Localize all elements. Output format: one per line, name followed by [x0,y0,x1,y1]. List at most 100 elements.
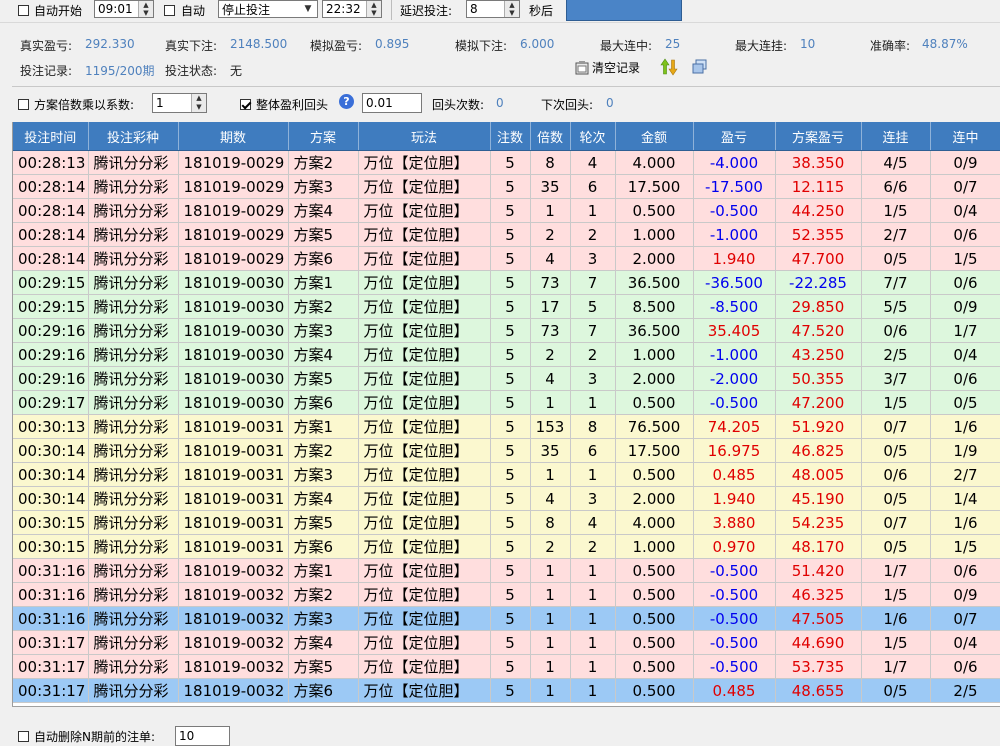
column-header[interactable]: 期数 [178,122,289,151]
table-row[interactable]: 00:30:14 腾讯分分彩 181019-0031 方案2 万位【定位胆】 5 35 6 17… [13,438,1000,463]
column-header[interactable]: 盈亏 [693,122,776,151]
column-header[interactable]: 投注时间 [13,122,89,151]
auto-start-time-input[interactable]: 09:01 ▲ ▼ [94,0,154,18]
table-row[interactable]: 00:31:17 腾讯分分彩 181019-0032 方案6 万位【定位胆】 5 1 1 0.5… [13,678,1000,703]
table-row[interactable]: 00:30:13 腾讯分分彩 181019-0031 方案1 万位【定位胆】 5 153 8 7… [13,414,1000,439]
table-row[interactable]: 00:30:14 腾讯分分彩 181019-0031 方案3 万位【定位胆】 5 1 1 0.5… [13,462,1000,487]
cell-count: 5 [490,150,531,175]
auto-start-checkbox[interactable] [18,4,29,16]
cell-play: 万位【定位胆】 [358,582,491,607]
column-header[interactable]: 方案 [288,122,359,151]
cell-time: 00:29:17 [13,390,89,415]
cell-plan: 方案3 [288,606,359,631]
multiplier-input[interactable]: 1 ▲ ▼ [152,93,207,113]
cell-round: 3 [570,366,616,391]
cell-plan-profit: 47.200 [775,390,862,415]
multiplier-checkbox[interactable] [18,99,29,110]
cell-period: 181019-0029 [178,150,289,175]
cell-plan: 方案6 [288,390,359,415]
cell-amount: 0.500 [615,606,694,631]
cell-miss: 0/7 [861,414,931,439]
table-row[interactable]: 00:29:16 腾讯分分彩 181019-0030 方案5 万位【定位胆】 5 4 3 2.0… [13,366,1000,391]
table-row[interactable]: 00:29:16 腾讯分分彩 181019-0030 方案3 万位【定位胆】 5 73 7 36… [13,318,1000,343]
table-row[interactable]: 00:31:16 腾讯分分彩 181019-0032 方案3 万位【定位胆】 5 1 1 0.5… [13,606,1000,631]
cell-miss: 0/5 [861,678,931,703]
cell-amount: 4.000 [615,510,694,535]
table-row[interactable]: 00:28:14 腾讯分分彩 181019-0029 方案4 万位【定位胆】 5 1 1 0.5… [13,198,1000,223]
cell-plan-profit: 50.355 [775,366,862,391]
stop-time-input[interactable]: 22:32 ▲ ▼ [322,0,382,18]
stop-time-spinner[interactable]: ▲ ▼ [366,1,381,17]
cell-plan: 方案6 [288,246,359,271]
cell-plan: 方案4 [288,486,359,511]
table-row[interactable]: 00:30:15 腾讯分分彩 181019-0031 方案5 万位【定位胆】 5 8 4 4.0… [13,510,1000,535]
column-header[interactable]: 轮次 [570,122,616,151]
cell-count: 5 [490,486,531,511]
table-row[interactable]: 00:31:16 腾讯分分彩 181019-0032 方案1 万位【定位胆】 5 1 1 0.5… [13,558,1000,583]
multiplier-checkbox-group[interactable]: 方案倍数乘以系数: [18,96,134,113]
rollback-checkbox-group[interactable]: 整体盈利回头 [240,96,328,113]
cell-lottery: 腾讯分分彩 [88,198,179,223]
cell-miss: 1/6 [861,606,931,631]
cell-round: 3 [570,246,616,271]
auto-delete-input[interactable]: 10 [175,726,230,746]
delay-input[interactable]: 8 ▲ ▼ [466,0,520,18]
cell-plan-profit: 46.325 [775,582,862,607]
column-header[interactable]: 金额 [615,122,694,151]
table-row[interactable]: 00:28:14 腾讯分分彩 181019-0029 方案3 万位【定位胆】 5 35 6 17… [13,174,1000,199]
cell-plan: 方案1 [288,270,359,295]
bet-records-grid[interactable]: 投注时间 投注彩种 期数 方案 玩法 注数 倍数 轮次 金额 盈亏 方案盈亏 连挂 连中 00:28:1… [12,122,1000,706]
table-row[interactable]: 00:28:13 腾讯分分彩 181019-0029 方案2 万位【定位胆】 5 8 4 4.0… [13,150,1000,175]
table-row[interactable]: 00:29:15 腾讯分分彩 181019-0030 方案2 万位【定位胆】 5 17 5 8.… [13,294,1000,319]
table-row[interactable]: 00:29:15 腾讯分分彩 181019-0030 方案1 万位【定位胆】 5 73 7 36… [13,270,1000,295]
table-row[interactable]: 00:31:17 腾讯分分彩 181019-0032 方案5 万位【定位胆】 5 1 1 0.5… [13,654,1000,679]
column-header[interactable]: 连中 [930,122,1000,151]
table-row[interactable]: 00:31:17 腾讯分分彩 181019-0032 方案4 万位【定位胆】 5 1 1 0.5… [13,630,1000,655]
column-header[interactable]: 方案盈亏 [775,122,862,151]
cell-lottery: 腾讯分分彩 [88,510,179,535]
cell-miss: 3/7 [861,366,931,391]
rollback-checkbox[interactable] [240,99,251,110]
sim-profit-label: 模拟盈亏: [310,39,363,53]
cell-plan: 方案1 [288,558,359,583]
auto-checkbox-group[interactable]: 自动 [164,0,205,20]
cell-plan: 方案2 [288,438,359,463]
help-icon[interactable]: ? [339,94,354,109]
cell-play: 万位【定位胆】 [358,510,491,535]
window-restore-icon[interactable] [692,59,708,75]
rollback-value-input[interactable]: 0.01 [362,93,422,113]
cell-plan-profit: 47.700 [775,246,862,271]
cell-lottery: 腾讯分分彩 [88,390,179,415]
column-header[interactable]: 投注彩种 [88,122,179,151]
clear-records-button[interactable]: 清空记录 [575,59,640,76]
cell-time: 00:29:16 [13,318,89,343]
table-row[interactable]: 00:28:14 腾讯分分彩 181019-0029 方案6 万位【定位胆】 5 4 3 2.0… [13,246,1000,271]
table-row[interactable]: 00:29:16 腾讯分分彩 181019-0030 方案4 万位【定位胆】 5 2 2 1.0… [13,342,1000,367]
table-row[interactable]: 00:30:15 腾讯分分彩 181019-0031 方案6 万位【定位胆】 5 2 2 1.0… [13,534,1000,559]
column-header[interactable]: 倍数 [530,122,571,151]
column-header[interactable]: 注数 [490,122,531,151]
cell-period: 181019-0029 [178,222,289,247]
table-row[interactable]: 00:30:14 腾讯分分彩 181019-0031 方案4 万位【定位胆】 5 4 3 2.0… [13,486,1000,511]
cell-miss: 5/5 [861,294,931,319]
cell-lottery: 腾讯分分彩 [88,174,179,199]
cell-plan: 方案5 [288,222,359,247]
stop-mode-select[interactable]: 停止投注 ▼ [218,0,318,18]
sort-arrows-icon[interactable] [660,58,678,76]
auto-start-time-spinner[interactable]: ▲ ▼ [138,1,153,17]
auto-checkbox[interactable] [164,4,175,16]
cell-amount: 0.500 [615,630,694,655]
multiplier-spinner[interactable]: ▲ ▼ [191,94,206,112]
delay-spinner[interactable]: ▲ ▼ [504,1,519,17]
table-row[interactable]: 00:29:17 腾讯分分彩 181019-0030 方案6 万位【定位胆】 5 1 1 0.5… [13,390,1000,415]
table-row[interactable]: 00:31:16 腾讯分分彩 181019-0032 方案2 万位【定位胆】 5 1 1 0.5… [13,582,1000,607]
auto-start-checkbox-group[interactable]: 自动开始 [18,0,82,20]
cell-miss: 0/5 [861,534,931,559]
chevron-down-icon: ▼ [304,4,312,14]
cell-profit: -8.500 [693,294,776,319]
table-row[interactable]: 00:28:14 腾讯分分彩 181019-0029 方案5 万位【定位胆】 5 2 2 1.0… [13,222,1000,247]
cell-miss: 7/7 [861,270,931,295]
column-header[interactable]: 玩法 [358,122,491,151]
cell-time: 00:28:14 [13,174,89,199]
column-header[interactable]: 连挂 [861,122,931,151]
